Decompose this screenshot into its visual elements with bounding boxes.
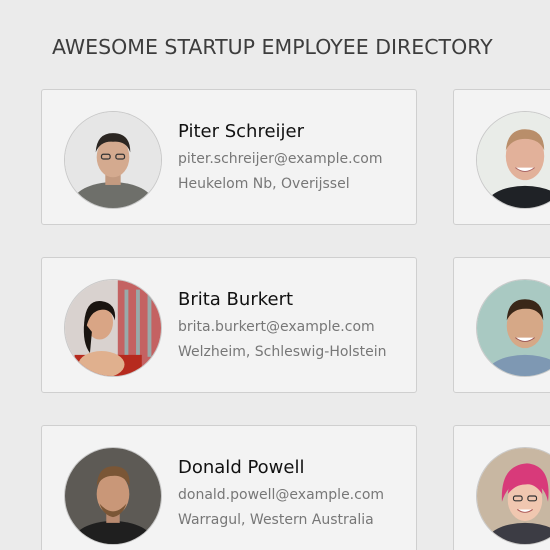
page-title: AWESOME STARTUP EMPLOYEE DIRECTORY bbox=[52, 35, 493, 59]
avatar bbox=[64, 279, 162, 377]
employee-name: Donald Powell bbox=[178, 457, 305, 478]
avatar bbox=[476, 447, 550, 545]
employee-location: Heukelom Nb, Overijssel bbox=[178, 176, 350, 192]
employee-card[interactable] bbox=[453, 425, 550, 550]
avatar bbox=[64, 111, 162, 209]
employee-email: piter.schreijer@example.com bbox=[178, 151, 383, 167]
employee-card[interactable]: Piter Schreijer piter.schreijer@example.… bbox=[41, 89, 417, 225]
avatar bbox=[476, 279, 550, 377]
employee-card[interactable] bbox=[453, 257, 550, 393]
employee-card[interactable]: Brita Burkert brita.burkert@example.com … bbox=[41, 257, 417, 393]
employee-name: Brita Burkert bbox=[178, 289, 294, 310]
employee-location: Welzheim, Schleswig-Holstein bbox=[178, 344, 387, 360]
employee-location: Warragul, Western Australia bbox=[178, 512, 374, 528]
employee-name: Piter Schreijer bbox=[178, 121, 304, 142]
employee-card[interactable] bbox=[453, 89, 550, 225]
avatar bbox=[476, 111, 550, 209]
directory-page: AWESOME STARTUP EMPLOYEE DIRECTORY Piter… bbox=[0, 0, 550, 550]
employee-email: donald.powell@example.com bbox=[178, 487, 385, 503]
employee-card[interactable]: Donald Powell donald.powell@example.com … bbox=[41, 425, 417, 550]
avatar bbox=[64, 447, 162, 545]
employee-email: brita.burkert@example.com bbox=[178, 319, 375, 335]
